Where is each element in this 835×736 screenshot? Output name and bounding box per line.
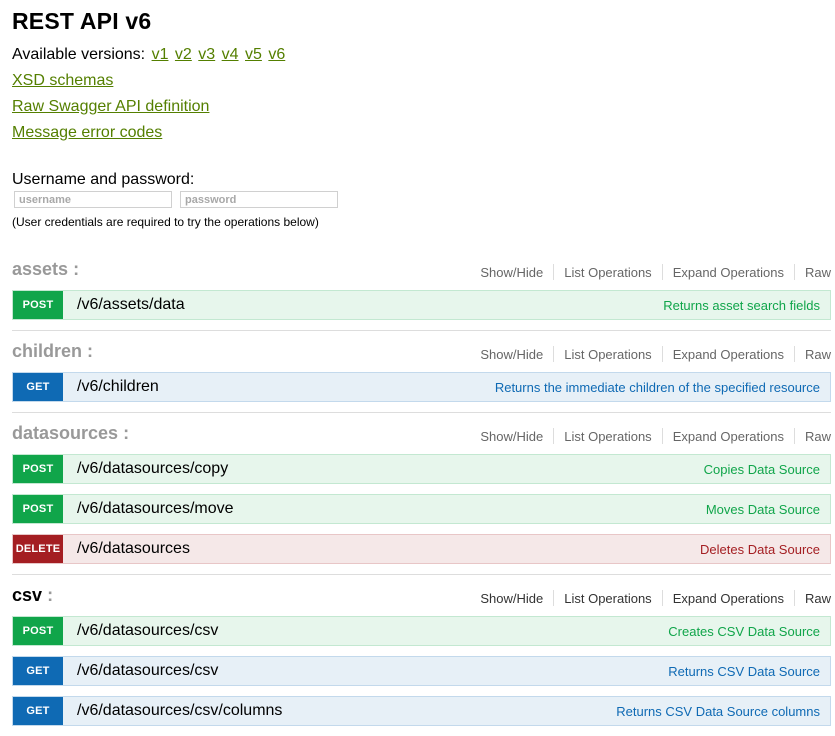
method-badge[interactable]: POST bbox=[13, 617, 63, 645]
resource-title[interactable]: datasources : bbox=[12, 423, 129, 444]
version-link-v2[interactable]: v2 bbox=[175, 46, 192, 63]
operation-path[interactable]: /v6/children bbox=[77, 378, 495, 396]
operation-row[interactable]: DELETE /v6/datasources Deletes Data Sour… bbox=[12, 534, 831, 564]
expand-operations-link[interactable]: Expand Operations bbox=[663, 591, 794, 606]
credentials-label: Username and password: bbox=[12, 171, 195, 188]
show-hide-link[interactable]: Show/Hide bbox=[470, 265, 553, 280]
show-hide-link[interactable]: Show/Hide bbox=[470, 429, 553, 444]
version-link-v3[interactable]: v3 bbox=[198, 46, 215, 63]
resource-csv: csv : Show/Hide List Operations Expand O… bbox=[12, 585, 831, 736]
method-badge[interactable]: POST bbox=[13, 495, 63, 523]
password-input[interactable] bbox=[180, 191, 338, 208]
operation-summary[interactable]: Deletes Data Source bbox=[700, 542, 820, 557]
operation-path[interactable]: /v6/datasources bbox=[77, 540, 700, 558]
method-badge[interactable]: GET bbox=[13, 373, 63, 401]
operation-summary[interactable]: Copies Data Source bbox=[704, 462, 820, 477]
list-operations-link[interactable]: List Operations bbox=[554, 265, 661, 280]
operation-row[interactable]: GET /v6/datasources/csv/columns Returns … bbox=[12, 696, 831, 726]
operation-path[interactable]: /v6/datasources/csv bbox=[77, 622, 668, 640]
resource-assets: assets : Show/Hide List Operations Expan… bbox=[12, 259, 831, 330]
version-link-v6[interactable]: v6 bbox=[268, 46, 285, 63]
resource-datasources: datasources : Show/Hide List Operations … bbox=[12, 423, 831, 574]
raw-link[interactable]: Raw bbox=[795, 591, 831, 606]
resource-title[interactable]: children : bbox=[12, 341, 93, 362]
expand-operations-link[interactable]: Expand Operations bbox=[663, 347, 794, 362]
operation-row[interactable]: POST /v6/datasources/move Moves Data Sou… bbox=[12, 494, 831, 524]
operation-summary[interactable]: Returns the immediate children of the sp… bbox=[495, 380, 820, 395]
raw-link[interactable]: Raw bbox=[795, 429, 831, 444]
list-operations-link[interactable]: List Operations bbox=[554, 347, 661, 362]
resource-actions: Show/Hide List Operations Expand Operati… bbox=[470, 428, 831, 444]
operation-path[interactable]: /v6/datasources/csv bbox=[77, 662, 668, 680]
resource-actions: Show/Hide List Operations Expand Operati… bbox=[470, 264, 831, 280]
operation-path[interactable]: /v6/datasources/copy bbox=[77, 460, 704, 478]
divider bbox=[12, 330, 831, 331]
method-badge[interactable]: POST bbox=[13, 455, 63, 483]
raw-link[interactable]: Raw bbox=[795, 265, 831, 280]
operation-summary[interactable]: Returns CSV Data Source columns bbox=[616, 704, 820, 719]
expand-operations-link[interactable]: Expand Operations bbox=[663, 429, 794, 444]
operation-summary[interactable]: Creates CSV Data Source bbox=[668, 624, 820, 639]
username-input[interactable] bbox=[14, 191, 172, 208]
divider bbox=[12, 574, 831, 575]
method-badge[interactable]: GET bbox=[13, 697, 63, 725]
list-operations-link[interactable]: List Operations bbox=[554, 429, 661, 444]
operation-row[interactable]: GET /v6/datasources/csv Returns CSV Data… bbox=[12, 656, 831, 686]
divider bbox=[12, 412, 831, 413]
raw-swagger-link[interactable]: Raw Swagger API definition bbox=[12, 98, 209, 115]
resource-title[interactable]: csv : bbox=[12, 585, 53, 606]
versions-label: Available versions: bbox=[12, 46, 146, 63]
version-link-v5[interactable]: v5 bbox=[245, 46, 262, 63]
resource-actions: Show/Hide List Operations Expand Operati… bbox=[470, 590, 831, 606]
operation-row[interactable]: GET /v6/children Returns the immediate c… bbox=[12, 372, 831, 402]
xsd-schemas-link[interactable]: XSD schemas bbox=[12, 72, 113, 89]
operation-path[interactable]: /v6/assets/data bbox=[77, 296, 663, 314]
operation-summary[interactable]: Moves Data Source bbox=[706, 502, 820, 517]
list-operations-link[interactable]: List Operations bbox=[554, 591, 661, 606]
resource-title[interactable]: assets : bbox=[12, 259, 79, 280]
method-badge[interactable]: GET bbox=[13, 657, 63, 685]
method-badge[interactable]: DELETE bbox=[13, 535, 63, 563]
operation-summary[interactable]: Returns asset search fields bbox=[663, 298, 820, 313]
credentials-hint: (User credentials are required to try th… bbox=[12, 215, 319, 229]
expand-operations-link[interactable]: Expand Operations bbox=[663, 265, 794, 280]
operation-path[interactable]: /v6/datasources/csv/columns bbox=[77, 702, 616, 720]
show-hide-link[interactable]: Show/Hide bbox=[470, 591, 553, 606]
resource-children: children : Show/Hide List Operations Exp… bbox=[12, 341, 831, 412]
version-link-v4[interactable]: v4 bbox=[222, 46, 239, 63]
operation-summary[interactable]: Returns CSV Data Source bbox=[668, 664, 820, 679]
operation-row[interactable]: POST /v6/datasources/copy Copies Data So… bbox=[12, 454, 831, 484]
resource-actions: Show/Hide List Operations Expand Operati… bbox=[470, 346, 831, 362]
show-hide-link[interactable]: Show/Hide bbox=[470, 347, 553, 362]
operation-path[interactable]: /v6/datasources/move bbox=[77, 500, 706, 518]
version-link-v1[interactable]: v1 bbox=[152, 46, 169, 63]
error-codes-link[interactable]: Message error codes bbox=[12, 124, 162, 141]
operation-row[interactable]: POST /v6/assets/data Returns asset searc… bbox=[12, 290, 831, 320]
raw-link[interactable]: Raw bbox=[795, 347, 831, 362]
method-badge[interactable]: POST bbox=[13, 291, 63, 319]
versions-line: Available versions: v1 v2 v3 v4 v5 v6 bbox=[12, 46, 285, 64]
page-title: REST API v6 bbox=[12, 8, 152, 34]
operation-row[interactable]: POST /v6/datasources/csv Creates CSV Dat… bbox=[12, 616, 831, 646]
